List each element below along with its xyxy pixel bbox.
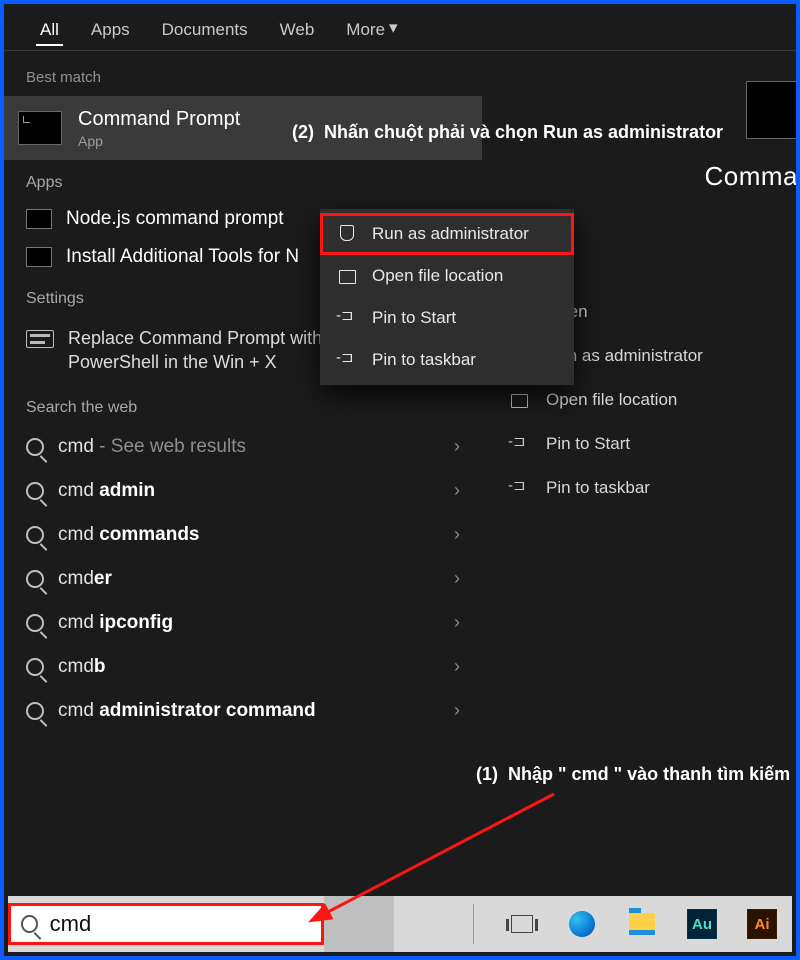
best-match-title: Command Prompt — [78, 108, 240, 131]
ctx-pin-to-taskbar[interactable]: Pin to taskbar — [320, 339, 574, 381]
tab-documents[interactable]: Documents — [146, 14, 264, 50]
web-result-cmdb[interactable]: cmdb › — [4, 645, 482, 689]
section-best-match: Best match — [4, 51, 482, 96]
web-result-cmd-ipconfig[interactable]: cmd ipconfig › — [4, 601, 482, 645]
taskbar-app-illustrator[interactable]: Ai — [744, 906, 780, 942]
search-icon — [26, 570, 44, 588]
edge-icon — [569, 911, 595, 937]
taskbar-app-audition[interactable]: Au — [684, 906, 720, 942]
action-pin-to-start[interactable]: Pin to Start — [510, 422, 768, 466]
task-view-button[interactable] — [504, 906, 540, 942]
pin-icon — [510, 479, 530, 497]
preview-app-icon — [746, 81, 796, 139]
section-apps: Apps — [4, 160, 482, 200]
preview-title: Comma — [482, 161, 796, 192]
chevron-down-icon: ▾ — [389, 18, 398, 38]
annotation-step-2: (2) Nhấn chuột phải và chọn Run as admin… — [292, 122, 723, 143]
search-icon — [26, 702, 44, 720]
tab-more[interactable]: More▾ — [330, 14, 413, 50]
search-icon — [26, 526, 44, 544]
chevron-right-icon: › — [454, 436, 460, 457]
command-prompt-icon — [18, 111, 62, 145]
illustrator-icon: Ai — [747, 909, 777, 939]
pin-icon — [510, 435, 530, 453]
tab-all[interactable]: All — [24, 14, 75, 50]
audition-icon: Au — [687, 909, 717, 939]
search-icon — [26, 438, 44, 456]
taskbar-app-edge[interactable] — [564, 906, 600, 942]
search-icon — [21, 915, 38, 933]
file-explorer-icon — [629, 913, 655, 935]
web-result-cmd-commands[interactable]: cmd commands › — [4, 513, 482, 557]
web-result-cmd-administrator[interactable]: cmd administrator command › — [4, 689, 482, 733]
terminal-icon — [26, 209, 52, 229]
search-input[interactable] — [50, 911, 311, 937]
best-match-subtitle: App — [78, 133, 240, 149]
web-result-cmder[interactable]: cmder › — [4, 557, 482, 601]
pin-icon — [338, 351, 358, 369]
web-result-cmd-admin[interactable]: cmd admin › — [4, 469, 482, 513]
annotation-step-1: (1) Nhập " cmd " vào thanh tìm kiếm — [476, 764, 790, 785]
task-view-icon — [511, 915, 533, 933]
section-search-web: Search the web — [4, 385, 482, 425]
taskbar: Au Ai — [8, 896, 792, 952]
chevron-right-icon: › — [454, 524, 460, 545]
terminal-icon — [26, 247, 52, 267]
chevron-right-icon: › — [454, 568, 460, 589]
ctx-pin-to-start[interactable]: Pin to Start — [320, 297, 574, 339]
chevron-right-icon: › — [454, 700, 460, 721]
folder-icon — [510, 391, 530, 409]
shield-icon — [338, 225, 358, 243]
taskbar-app-explorer[interactable] — [624, 906, 660, 942]
chevron-right-icon: › — [454, 656, 460, 677]
settings-icon — [26, 330, 54, 348]
chevron-right-icon: › — [454, 480, 460, 501]
search-icon — [26, 658, 44, 676]
tab-web[interactable]: Web — [264, 14, 331, 50]
search-icon — [26, 614, 44, 632]
ctx-run-as-administrator[interactable]: Run as administrator — [320, 213, 574, 255]
tab-apps[interactable]: Apps — [75, 14, 146, 50]
ctx-open-file-location[interactable]: Open file location — [320, 255, 574, 297]
search-icon — [26, 482, 44, 500]
action-pin-to-taskbar[interactable]: Pin to taskbar — [510, 466, 768, 510]
taskbar-search-box[interactable] — [8, 903, 324, 945]
web-result-cmd[interactable]: cmd - See web results › — [4, 425, 482, 469]
chevron-right-icon: › — [454, 612, 460, 633]
context-menu: Run as administrator Open file location … — [320, 209, 574, 385]
search-scope-tabs: All Apps Documents Web More▾ — [4, 4, 796, 50]
pin-icon — [338, 309, 358, 327]
folder-icon — [338, 267, 358, 285]
